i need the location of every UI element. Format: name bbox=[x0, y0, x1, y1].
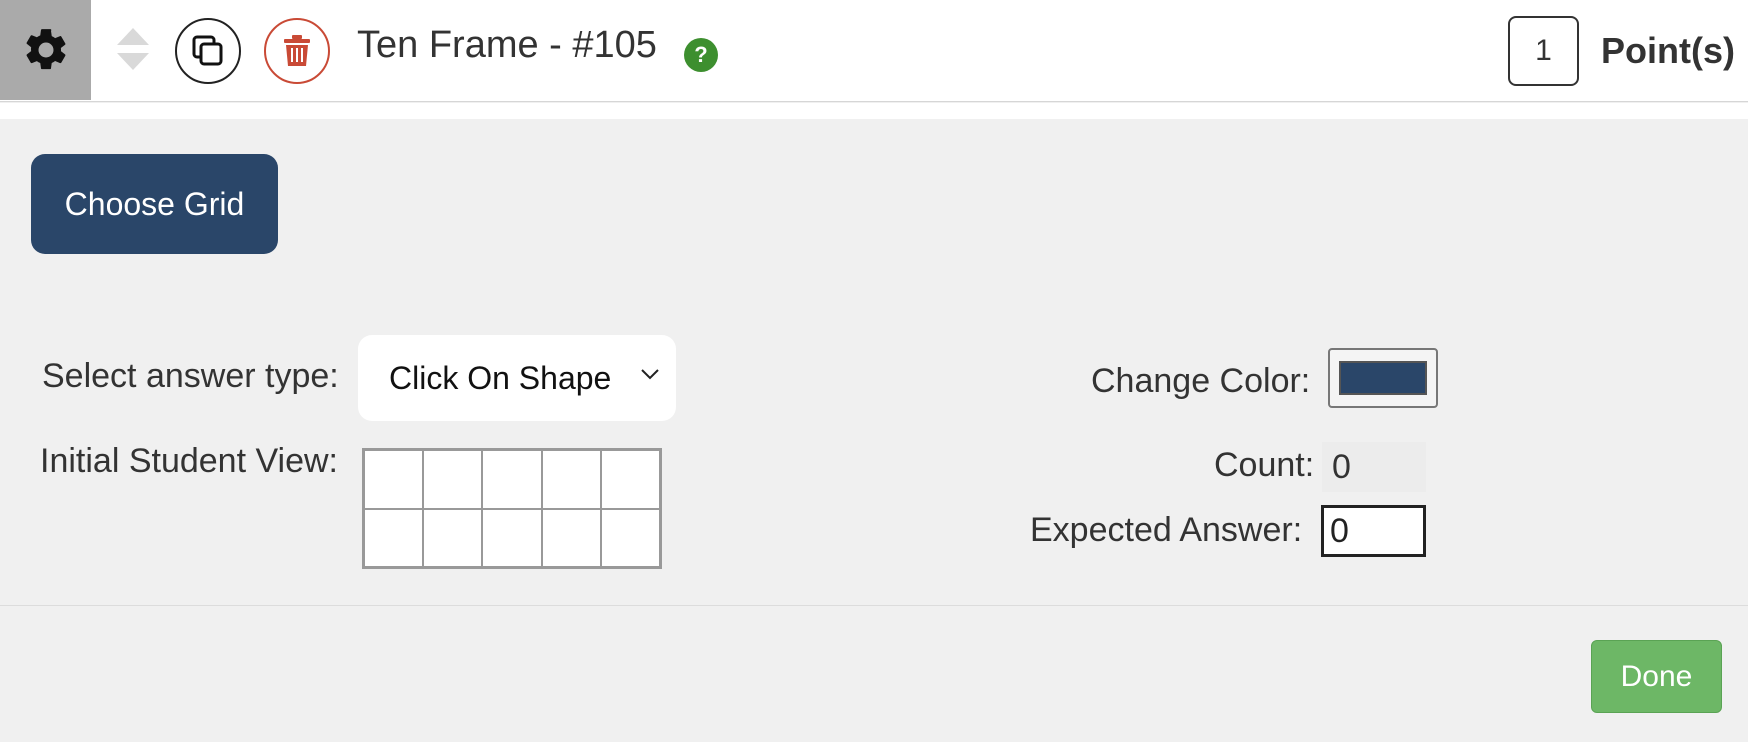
choose-grid-button[interactable]: Choose Grid bbox=[31, 154, 278, 254]
duplicate-button[interactable] bbox=[175, 18, 241, 84]
copy-icon bbox=[192, 35, 223, 66]
count-value: 0 bbox=[1322, 442, 1426, 492]
ten-frame-grid[interactable] bbox=[362, 448, 662, 569]
initial-view-label: Initial Student View: bbox=[40, 442, 338, 480]
trash-icon bbox=[284, 35, 310, 66]
footer-divider bbox=[0, 605, 1748, 606]
reorder-icon bbox=[117, 28, 149, 70]
grid-cell[interactable] bbox=[541, 508, 601, 567]
points-label: Point(s) bbox=[1601, 30, 1735, 71]
chevron-down-icon bbox=[641, 369, 659, 380]
color-picker[interactable] bbox=[1328, 348, 1438, 408]
count-label: Count: bbox=[1214, 446, 1315, 484]
grid-cell[interactable] bbox=[364, 508, 424, 567]
help-icon[interactable]: ? bbox=[684, 38, 718, 72]
settings-button[interactable] bbox=[0, 0, 91, 100]
grid-cell[interactable] bbox=[423, 450, 483, 509]
grid-cell[interactable] bbox=[482, 450, 542, 509]
toolbar: Ten Frame - #105 ? 1 Point(s) bbox=[0, 0, 1748, 102]
answer-type-label: Select answer type: bbox=[42, 357, 339, 395]
answer-type-value: Click On Shape bbox=[389, 359, 612, 396]
expected-answer-input[interactable]: 0 bbox=[1321, 505, 1426, 557]
done-button[interactable]: Done bbox=[1591, 640, 1722, 713]
delete-button[interactable] bbox=[264, 18, 330, 84]
grid-cell[interactable] bbox=[482, 508, 542, 567]
reorder-handle[interactable] bbox=[115, 26, 151, 72]
divider-strip bbox=[0, 103, 1748, 119]
points-input[interactable]: 1 bbox=[1508, 16, 1579, 86]
gear-icon bbox=[26, 29, 65, 70]
grid-cell[interactable] bbox=[541, 450, 601, 509]
expected-answer-label: Expected Answer: bbox=[1030, 511, 1303, 549]
color-swatch bbox=[1339, 361, 1427, 395]
change-color-label: Change Color: bbox=[1091, 362, 1311, 400]
grid-cell[interactable] bbox=[600, 450, 660, 509]
answer-type-select[interactable]: Click On Shape bbox=[358, 335, 676, 421]
grid-cell[interactable] bbox=[364, 450, 424, 509]
grid-cell[interactable] bbox=[423, 508, 483, 567]
grid-cell[interactable] bbox=[600, 508, 660, 567]
question-title: Ten Frame - #105 bbox=[357, 24, 657, 66]
